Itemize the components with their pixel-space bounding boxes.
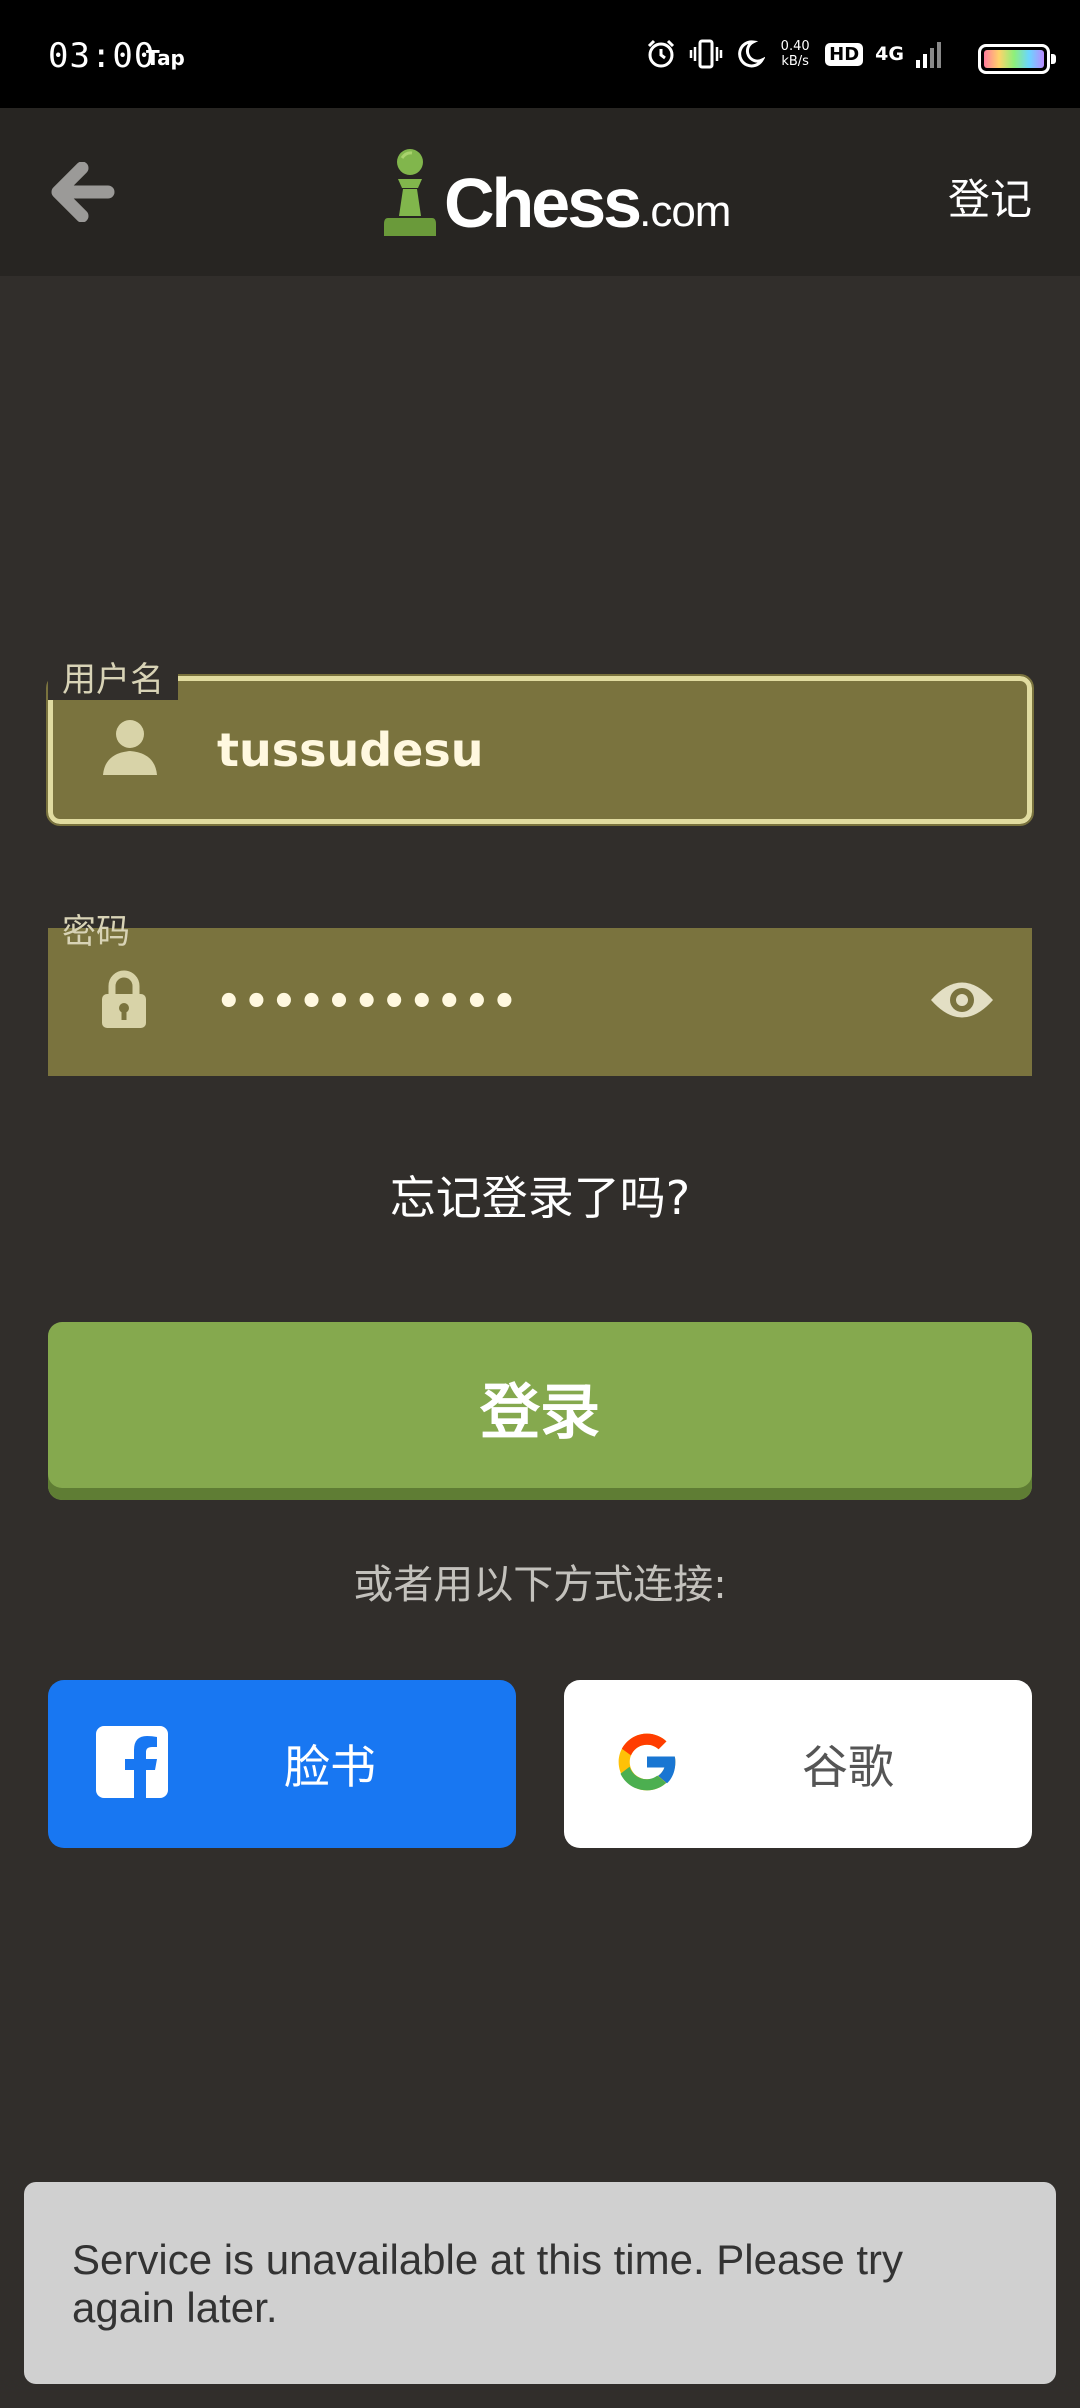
register-link[interactable]: 登记: [948, 166, 1032, 227]
google-icon: [610, 1725, 684, 1803]
login-button-label: 登录: [480, 1377, 600, 1448]
google-label: 谷歌: [802, 1740, 894, 1794]
status-icons: 0.40 kB/s HD 4G: [645, 34, 942, 74]
alarm-icon: [648, 39, 675, 68]
logo-suffix: .com: [639, 187, 731, 236]
google-login-button[interactable]: 谷歌: [564, 1680, 1032, 1848]
network-speed-unit: kB/s: [781, 54, 809, 69]
chess-logo: Chess .com: [376, 146, 731, 242]
back-arrow-icon: [51, 161, 115, 223]
facebook-login-button[interactable]: 脸书: [48, 1680, 516, 1848]
username-value: tussudesu: [217, 723, 484, 777]
do-not-disturb-moon-icon: [738, 40, 766, 68]
signal-icon: [916, 42, 941, 68]
user-icon: [101, 717, 159, 783]
status-bar: 03:00 Tap 0.40 kB/s HD 4G: [0, 0, 1080, 108]
lock-icon: [100, 970, 148, 1034]
status-app-name: Tap: [146, 46, 185, 70]
facebook-icon: [96, 1726, 168, 1802]
password-value: •••••••••••: [216, 979, 520, 1025]
username-label: 用户名: [48, 660, 178, 700]
connect-with-label: 或者用以下方式连接:: [353, 1562, 727, 1608]
back-button[interactable]: [50, 161, 116, 223]
password-label: 密码: [62, 912, 130, 952]
status-time: 03:00: [48, 36, 156, 76]
password-field[interactable]: •••••••••••: [48, 928, 1032, 1076]
app-header: Chess .com 登记: [0, 108, 1080, 276]
login-button[interactable]: 登录: [48, 1322, 1032, 1500]
network-speed: 0.40 kB/s: [777, 39, 813, 69]
network-type: 4G: [875, 43, 904, 65]
hd-badge: HD: [825, 42, 864, 66]
forgot-login-link[interactable]: 忘记登录了吗?: [0, 1162, 1080, 1228]
show-password-eye-icon[interactable]: [928, 977, 996, 1027]
vibrate-icon: [689, 39, 723, 69]
pawn-logo-icon: [384, 149, 436, 236]
username-field[interactable]: tussudesu: [46, 674, 1034, 826]
toast-message: Service is unavailable at this time. Ple…: [72, 2236, 904, 2331]
battery-icon: [978, 44, 1056, 74]
logo-wordmark: Chess: [444, 164, 642, 242]
network-speed-value: 0.40: [780, 39, 810, 54]
error-toast: Service is unavailable at this time. Ple…: [24, 2182, 1056, 2384]
facebook-label: 脸书: [284, 1740, 376, 1794]
